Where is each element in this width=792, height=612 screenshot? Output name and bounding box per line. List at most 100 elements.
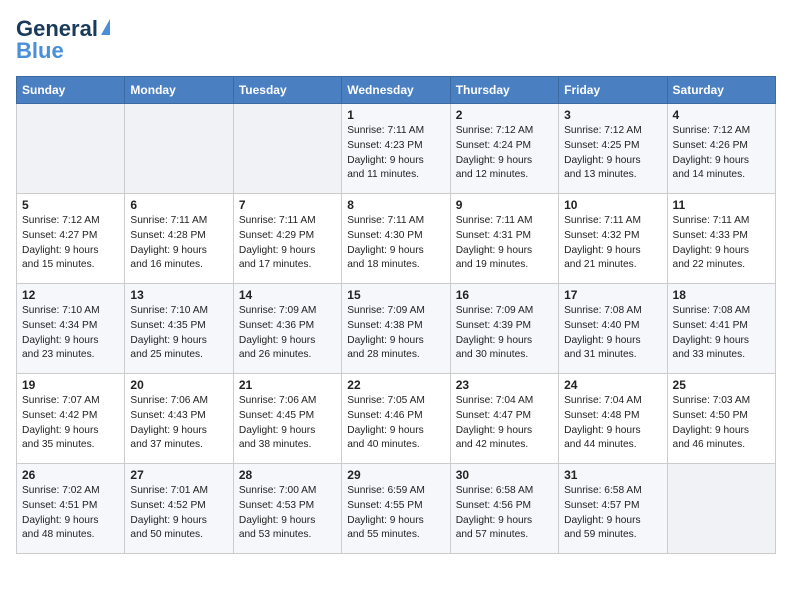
day-number: 20: [130, 378, 227, 392]
header-day-tuesday: Tuesday: [233, 77, 341, 104]
calendar-cell: 1 Sunrise: 7:11 AM Sunset: 4:23 PM Daylig…: [342, 104, 450, 194]
calendar-cell: 9 Sunrise: 7:11 AM Sunset: 4:31 PM Daylig…: [450, 194, 558, 284]
calendar-cell: 13 Sunrise: 7:10 AM Sunset: 4:35 PM Dayli…: [125, 284, 233, 374]
day-info: Sunrise: 7:06 AM Sunset: 4:45 PM Dayligh…: [239, 394, 336, 453]
calendar-cell: 21 Sunrise: 7:06 AM Sunset: 4:45 PM Dayli…: [233, 374, 341, 464]
day-info: Sunrise: 7:01 AM Sunset: 4:52 PM Dayligh…: [130, 484, 227, 543]
day-number: 18: [673, 288, 770, 302]
calendar-cell: 19 Sunrise: 7:07 AM Sunset: 4:42 PM Dayli…: [17, 374, 125, 464]
header-row: SundayMondayTuesdayWednesdayThursdayFrid…: [17, 77, 776, 104]
calendar-cell: [125, 104, 233, 194]
day-number: 11: [673, 198, 770, 212]
day-info: Sunrise: 7:09 AM Sunset: 4:36 PM Dayligh…: [239, 304, 336, 363]
day-info: Sunrise: 7:12 AM Sunset: 4:25 PM Dayligh…: [564, 124, 661, 183]
day-info: Sunrise: 7:08 AM Sunset: 4:40 PM Dayligh…: [564, 304, 661, 363]
day-number: 9: [456, 198, 553, 212]
page-header: General Blue: [16, 16, 776, 64]
logo: General Blue: [16, 16, 110, 64]
calendar-cell: 7 Sunrise: 7:11 AM Sunset: 4:29 PM Daylig…: [233, 194, 341, 284]
day-number: 28: [239, 468, 336, 482]
day-info: Sunrise: 7:11 AM Sunset: 4:29 PM Dayligh…: [239, 214, 336, 273]
header-day-saturday: Saturday: [667, 77, 775, 104]
day-info: Sunrise: 7:11 AM Sunset: 4:31 PM Dayligh…: [456, 214, 553, 273]
day-info: Sunrise: 7:03 AM Sunset: 4:50 PM Dayligh…: [673, 394, 770, 453]
calendar-cell: 2Sunrise: 7:12 AM Sunset: 4:24 PM Daylig…: [450, 104, 558, 194]
week-row-4: 19 Sunrise: 7:07 AM Sunset: 4:42 PM Dayli…: [17, 374, 776, 464]
calendar-cell: 30 Sunrise: 6:58 AM Sunset: 4:56 PM Dayli…: [450, 464, 558, 554]
day-number: 7: [239, 198, 336, 212]
day-info: Sunrise: 7:04 AM Sunset: 4:47 PM Dayligh…: [456, 394, 553, 453]
day-number: 10: [564, 198, 661, 212]
calendar-cell: [233, 104, 341, 194]
calendar-table: SundayMondayTuesdayWednesdayThursdayFrid…: [16, 76, 776, 554]
calendar-cell: [667, 464, 775, 554]
week-row-3: 12Sunrise: 7:10 AM Sunset: 4:34 PM Dayli…: [17, 284, 776, 374]
day-info: Sunrise: 7:11 AM Sunset: 4:33 PM Dayligh…: [673, 214, 770, 273]
day-number: 5: [22, 198, 119, 212]
header-day-sunday: Sunday: [17, 77, 125, 104]
day-info: Sunrise: 6:58 AM Sunset: 4:56 PM Dayligh…: [456, 484, 553, 543]
day-number: 22: [347, 378, 444, 392]
day-number: 16: [456, 288, 553, 302]
calendar-cell: 3 Sunrise: 7:12 AM Sunset: 4:25 PM Daylig…: [559, 104, 667, 194]
logo-blue: Blue: [16, 38, 64, 64]
day-number: 3: [564, 108, 661, 122]
day-info: Sunrise: 7:09 AM Sunset: 4:39 PM Dayligh…: [456, 304, 553, 363]
day-info: Sunrise: 7:12 AM Sunset: 4:26 PM Dayligh…: [673, 124, 770, 183]
calendar-cell: 31 Sunrise: 6:58 AM Sunset: 4:57 PM Dayli…: [559, 464, 667, 554]
header-day-wednesday: Wednesday: [342, 77, 450, 104]
day-number: 24: [564, 378, 661, 392]
calendar-cell: 23 Sunrise: 7:04 AM Sunset: 4:47 PM Dayli…: [450, 374, 558, 464]
week-row-1: 1 Sunrise: 7:11 AM Sunset: 4:23 PM Daylig…: [17, 104, 776, 194]
day-number: 26: [22, 468, 119, 482]
calendar-cell: 8Sunrise: 7:11 AM Sunset: 4:30 PM Daylig…: [342, 194, 450, 284]
calendar-cell: 17Sunrise: 7:08 AM Sunset: 4:40 PM Dayli…: [559, 284, 667, 374]
day-number: 2: [456, 108, 553, 122]
day-number: 15: [347, 288, 444, 302]
day-number: 12: [22, 288, 119, 302]
day-info: Sunrise: 6:58 AM Sunset: 4:57 PM Dayligh…: [564, 484, 661, 543]
day-number: 21: [239, 378, 336, 392]
day-info: Sunrise: 7:00 AM Sunset: 4:53 PM Dayligh…: [239, 484, 336, 543]
day-info: Sunrise: 7:06 AM Sunset: 4:43 PM Dayligh…: [130, 394, 227, 453]
header-day-thursday: Thursday: [450, 77, 558, 104]
day-number: 25: [673, 378, 770, 392]
day-number: 31: [564, 468, 661, 482]
day-info: Sunrise: 7:02 AM Sunset: 4:51 PM Dayligh…: [22, 484, 119, 543]
day-number: 13: [130, 288, 227, 302]
day-info: Sunrise: 7:04 AM Sunset: 4:48 PM Dayligh…: [564, 394, 661, 453]
day-number: 8: [347, 198, 444, 212]
day-info: Sunrise: 7:05 AM Sunset: 4:46 PM Dayligh…: [347, 394, 444, 453]
calendar-cell: 10Sunrise: 7:11 AM Sunset: 4:32 PM Dayli…: [559, 194, 667, 284]
calendar-cell: [17, 104, 125, 194]
day-info: Sunrise: 7:11 AM Sunset: 4:28 PM Dayligh…: [130, 214, 227, 273]
calendar-cell: 11 Sunrise: 7:11 AM Sunset: 4:33 PM Dayli…: [667, 194, 775, 284]
day-number: 23: [456, 378, 553, 392]
day-info: Sunrise: 7:10 AM Sunset: 4:35 PM Dayligh…: [130, 304, 227, 363]
day-info: Sunrise: 7:07 AM Sunset: 4:42 PM Dayligh…: [22, 394, 119, 453]
calendar-header: SundayMondayTuesdayWednesdayThursdayFrid…: [17, 77, 776, 104]
day-number: 6: [130, 198, 227, 212]
day-number: 30: [456, 468, 553, 482]
calendar-cell: 6 Sunrise: 7:11 AM Sunset: 4:28 PM Daylig…: [125, 194, 233, 284]
day-info: Sunrise: 7:11 AM Sunset: 4:23 PM Dayligh…: [347, 124, 444, 183]
calendar-cell: 24 Sunrise: 7:04 AM Sunset: 4:48 PM Dayli…: [559, 374, 667, 464]
calendar-cell: 22 Sunrise: 7:05 AM Sunset: 4:46 PM Dayli…: [342, 374, 450, 464]
day-info: Sunrise: 7:08 AM Sunset: 4:41 PM Dayligh…: [673, 304, 770, 363]
calendar-cell: 15 Sunrise: 7:09 AM Sunset: 4:38 PM Dayli…: [342, 284, 450, 374]
calendar-cell: 20 Sunrise: 7:06 AM Sunset: 4:43 PM Dayli…: [125, 374, 233, 464]
calendar-cell: 12Sunrise: 7:10 AM Sunset: 4:34 PM Dayli…: [17, 284, 125, 374]
header-day-monday: Monday: [125, 77, 233, 104]
calendar-body: 1 Sunrise: 7:11 AM Sunset: 4:23 PM Daylig…: [17, 104, 776, 554]
day-number: 1: [347, 108, 444, 122]
calendar-cell: 26 Sunrise: 7:02 AM Sunset: 4:51 PM Dayli…: [17, 464, 125, 554]
calendar-cell: 4 Sunrise: 7:12 AM Sunset: 4:26 PM Daylig…: [667, 104, 775, 194]
day-info: Sunrise: 7:09 AM Sunset: 4:38 PM Dayligh…: [347, 304, 444, 363]
day-number: 19: [22, 378, 119, 392]
day-number: 4: [673, 108, 770, 122]
calendar-cell: 16 Sunrise: 7:09 AM Sunset: 4:39 PM Dayli…: [450, 284, 558, 374]
day-info: Sunrise: 7:12 AM Sunset: 4:27 PM Dayligh…: [22, 214, 119, 273]
calendar-cell: 29Sunrise: 6:59 AM Sunset: 4:55 PM Dayli…: [342, 464, 450, 554]
calendar-cell: 28 Sunrise: 7:00 AM Sunset: 4:53 PM Dayli…: [233, 464, 341, 554]
day-number: 29: [347, 468, 444, 482]
